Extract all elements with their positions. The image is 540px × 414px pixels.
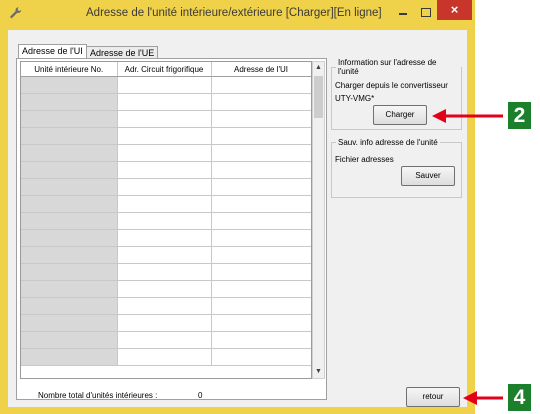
refrigerant-circuit-cell[interactable] xyxy=(117,178,212,196)
refrigerant-circuit-cell[interactable] xyxy=(117,127,212,145)
unit-no-cell[interactable] xyxy=(21,314,118,332)
ui-address-cell[interactable] xyxy=(211,93,311,111)
refrigerant-circuit-cell[interactable] xyxy=(117,263,212,281)
callout-2: 2 xyxy=(508,102,531,129)
table-row[interactable] xyxy=(21,314,311,332)
refrigerant-circuit-cell[interactable] xyxy=(117,93,212,111)
refrigerant-circuit-cell[interactable] xyxy=(117,331,212,349)
refrigerant-circuit-cell[interactable] xyxy=(117,229,212,247)
app-window: Adresse de l'unité intérieure/extérieure… xyxy=(0,0,475,414)
table-row[interactable] xyxy=(21,76,311,94)
table-body xyxy=(21,76,311,366)
unit-no-cell[interactable] xyxy=(21,246,118,264)
unit-no-cell[interactable] xyxy=(21,212,118,230)
refrigerant-circuit-cell[interactable] xyxy=(117,246,212,264)
ui-address-cell[interactable] xyxy=(211,144,311,162)
unit-no-cell[interactable] xyxy=(21,161,118,179)
save-button[interactable]: Sauver xyxy=(401,166,455,186)
refrigerant-circuit-cell[interactable] xyxy=(117,144,212,162)
address-file-label: Fichier adresses xyxy=(335,155,394,164)
ui-address-cell[interactable] xyxy=(211,348,311,366)
ui-address-cell[interactable] xyxy=(211,297,311,315)
ui-address-cell[interactable] xyxy=(211,161,311,179)
refrigerant-circuit-cell[interactable] xyxy=(117,280,212,298)
maximize-icon[interactable] xyxy=(416,4,436,22)
indoor-unit-table[interactable]: Unité intérieure No. Adr. Circuit frigor… xyxy=(20,61,312,379)
table-row[interactable] xyxy=(21,348,311,366)
table-row[interactable] xyxy=(21,144,311,162)
refrigerant-circuit-cell[interactable] xyxy=(117,76,212,94)
minimize-icon[interactable] xyxy=(392,4,414,22)
table-row[interactable] xyxy=(21,195,311,213)
table-row[interactable] xyxy=(21,161,311,179)
table-scrollbar[interactable]: ▲ ▼ xyxy=(312,61,325,379)
ui-address-cell[interactable] xyxy=(211,280,311,298)
unit-no-cell[interactable] xyxy=(21,331,118,349)
return-button[interactable]: retour xyxy=(406,387,460,407)
unit-no-cell[interactable] xyxy=(21,297,118,315)
refrigerant-circuit-cell[interactable] xyxy=(117,110,212,128)
table-row[interactable] xyxy=(21,212,311,230)
refrigerant-circuit-cell[interactable] xyxy=(117,195,212,213)
table-row[interactable] xyxy=(21,110,311,128)
ui-address-cell[interactable] xyxy=(211,263,311,281)
unit-no-cell[interactable] xyxy=(21,195,118,213)
table-row[interactable] xyxy=(21,127,311,145)
column-header-ui-address[interactable]: Adresse de l'UI xyxy=(211,62,311,77)
unit-no-cell[interactable] xyxy=(21,144,118,162)
scroll-up-arrow-icon[interactable]: ▲ xyxy=(313,62,324,74)
table-row[interactable] xyxy=(21,263,311,281)
table-row[interactable] xyxy=(21,93,311,111)
refrigerant-circuit-cell[interactable] xyxy=(117,348,212,366)
tab-adresse-ui[interactable]: Adresse de l'UI xyxy=(18,44,87,59)
ui-address-cell[interactable] xyxy=(211,212,311,230)
table-row[interactable] xyxy=(21,229,311,247)
table-row[interactable] xyxy=(21,178,311,196)
title-bar: Adresse de l'unité intérieure/extérieure… xyxy=(0,0,475,30)
ui-address-cell[interactable] xyxy=(211,76,311,94)
ui-address-cell[interactable] xyxy=(211,229,311,247)
ui-address-cell[interactable] xyxy=(211,314,311,332)
converter-model-text: UTY-VMG* xyxy=(335,94,375,103)
refrigerant-circuit-cell[interactable] xyxy=(117,314,212,332)
wrench-app-icon xyxy=(10,7,22,19)
unit-no-cell[interactable] xyxy=(21,93,118,111)
column-header-unit-no[interactable]: Unité intérieure No. xyxy=(21,62,118,77)
ui-address-cell[interactable] xyxy=(211,331,311,349)
save-group-legend: Sauv. info adresse de l'unité xyxy=(338,138,438,147)
table-row[interactable] xyxy=(21,297,311,315)
column-header-refrigerant-circuit[interactable]: Adr. Circuit frigorifique xyxy=(117,62,212,77)
ui-address-cell[interactable] xyxy=(211,127,311,145)
table-row[interactable] xyxy=(21,246,311,264)
total-units-label: Nombre total d'unités intérieures : xyxy=(38,391,158,400)
table-row[interactable] xyxy=(21,331,311,349)
unit-no-cell[interactable] xyxy=(21,229,118,247)
unit-no-cell[interactable] xyxy=(21,110,118,128)
scrollbar-thumb[interactable] xyxy=(314,76,323,118)
refrigerant-circuit-cell[interactable] xyxy=(117,297,212,315)
refrigerant-circuit-cell[interactable] xyxy=(117,212,212,230)
unit-no-cell[interactable] xyxy=(21,76,118,94)
callout-4: 4 xyxy=(508,384,531,411)
table-row[interactable] xyxy=(21,280,311,298)
unit-no-cell[interactable] xyxy=(21,348,118,366)
unit-no-cell[interactable] xyxy=(21,178,118,196)
unit-no-cell[interactable] xyxy=(21,280,118,298)
ui-address-cell[interactable] xyxy=(211,110,311,128)
load-from-converter-text: Charger depuis le convertisseur xyxy=(335,81,448,90)
unit-no-cell[interactable] xyxy=(21,263,118,281)
ui-address-cell[interactable] xyxy=(211,195,311,213)
refrigerant-circuit-cell[interactable] xyxy=(117,161,212,179)
info-group-legend: Information sur l'adresse de l'unité xyxy=(338,58,437,76)
window-title: Adresse de l'unité intérieure/extérieure… xyxy=(86,7,382,19)
load-button[interactable]: Charger xyxy=(373,105,427,125)
scroll-down-arrow-icon[interactable]: ▼ xyxy=(313,366,324,378)
ui-address-cell[interactable] xyxy=(211,178,311,196)
unit-no-cell[interactable] xyxy=(21,127,118,145)
total-units-value: 0 xyxy=(198,391,203,400)
table-header-row: Unité intérieure No. Adr. Circuit frigor… xyxy=(21,62,311,77)
close-icon[interactable]: × xyxy=(437,0,472,20)
ui-address-cell[interactable] xyxy=(211,246,311,264)
